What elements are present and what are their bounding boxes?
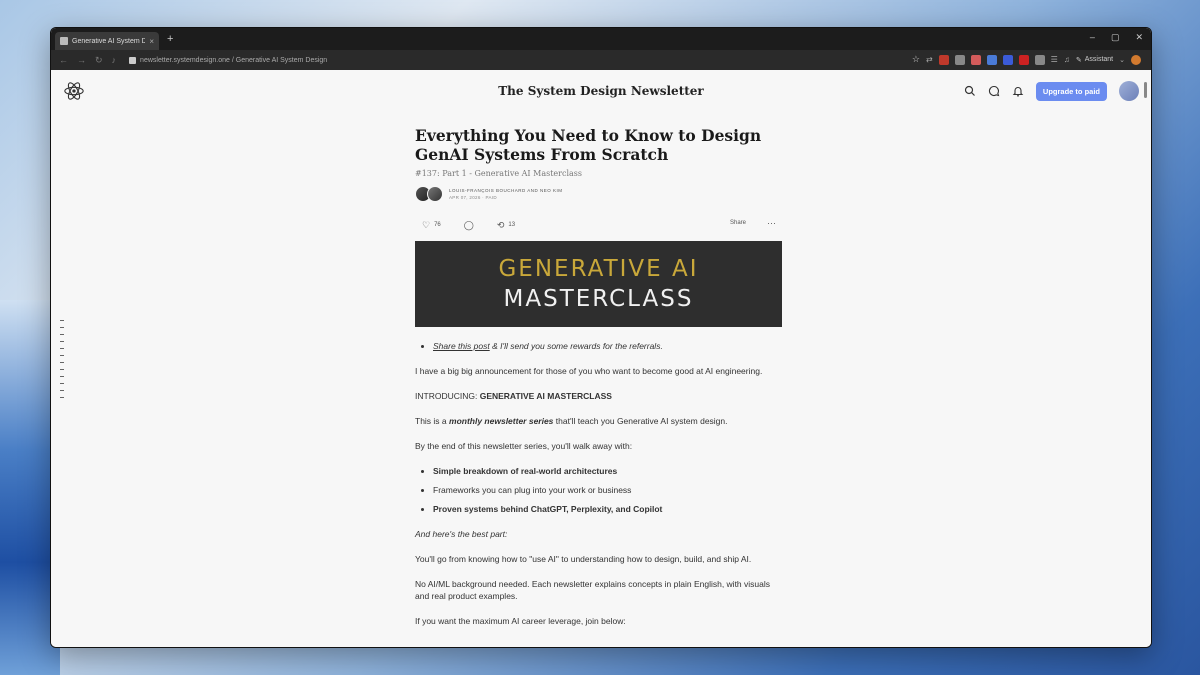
hero-line-1: GENERATIVE AI <box>498 256 699 282</box>
browser-toolbar: ← → ↻ ♪ newsletter.systemdesign.one / Ge… <box>51 50 1151 70</box>
list-item: Share this post & I'll send you some rew… <box>433 340 782 352</box>
more-options-icon[interactable]: ··· <box>767 218 776 228</box>
post-actions: ♡ 76 ◯ ⟲ 13 Share ··· <box>415 218 782 232</box>
tab-active[interactable]: Generative AI System Desi × <box>55 32 159 50</box>
comment-icon: ◯ <box>463 219 474 230</box>
author-names[interactable]: LOUIS-FRANÇOIS BOUCHARD AND NEO KIM <box>449 188 563 193</box>
header-actions: Upgrade to paid <box>964 81 1139 101</box>
list-item: Simple breakdown of real-world architect… <box>433 465 782 477</box>
extension-icon[interactable] <box>1018 54 1029 65</box>
minimize-button[interactable]: – <box>1090 32 1095 43</box>
intro-emphasis: GENERATIVE AI MASTERCLASS <box>479 391 612 401</box>
chevron-down-icon[interactable]: ⌄ <box>1119 56 1125 64</box>
scrollbar-thumb[interactable] <box>1144 82 1147 98</box>
paragraph: INTRODUCING: GENERATIVE AI MASTERCLASS <box>415 390 782 402</box>
post-date: APR 07, 2026 · PAID <box>449 195 497 200</box>
url-text: newsletter.systemdesign.one / Generative… <box>140 56 328 64</box>
emphasis: monthly newsletter series <box>449 416 554 426</box>
avatar[interactable] <box>1119 81 1139 101</box>
tab-close-icon[interactable]: × <box>149 37 154 46</box>
site-favicon-icon <box>129 56 137 64</box>
profile-icon[interactable] <box>1131 54 1141 65</box>
page-content: The System Design Newsletter Upgrade to … <box>51 70 1151 647</box>
window-controls: – ▢ ✕ <box>1090 32 1143 43</box>
author-avatars[interactable] <box>415 186 443 202</box>
assistant-button[interactable]: ✎ Assistant <box>1076 56 1113 64</box>
extension-icon[interactable] <box>1034 54 1045 65</box>
extension-icon[interactable] <box>986 54 997 65</box>
table-of-contents[interactable] <box>60 320 64 398</box>
audio-icon[interactable]: ♫ <box>1064 55 1070 64</box>
paragraph: You'll go from knowing how to "use AI" t… <box>415 554 752 564</box>
share-post-link[interactable]: Share this post <box>433 341 490 351</box>
address-bar[interactable]: newsletter.systemdesign.one / Generative… <box>129 56 328 64</box>
paragraph: And here's the best part: <box>415 529 508 539</box>
microphone-icon[interactable]: ♪ <box>112 55 117 65</box>
reading-list-icon[interactable]: ☰ <box>1051 55 1058 64</box>
article-title: Everything You Need to Know to Design Ge… <box>415 126 762 164</box>
assistant-label: Assistant <box>1084 56 1114 63</box>
restack-icon: ⟲ <box>496 219 505 230</box>
list-item: Proven systems behind ChatGPT, Perplexit… <box>433 503 782 515</box>
tab-title: Generative AI System Desi <box>72 37 145 45</box>
back-icon[interactable]: ← <box>59 55 68 65</box>
extension-icon[interactable] <box>954 54 965 65</box>
chat-icon[interactable] <box>988 85 1000 97</box>
hero-image: GENERATIVE AI MASTERCLASS <box>415 241 782 327</box>
close-window-button[interactable]: ✕ <box>1135 32 1143 43</box>
reload-icon[interactable]: ↻ <box>95 55 103 66</box>
text-span: This is a <box>415 416 450 426</box>
search-icon[interactable] <box>964 85 976 97</box>
share-button[interactable]: Share <box>730 220 746 226</box>
byline: LOUIS-FRANÇOIS BOUCHARD AND NEO KIM APR … <box>415 186 782 202</box>
bookmark-star-icon[interactable]: ☆ <box>912 54 920 65</box>
article: Everything You Need to Know to Design Ge… <box>415 126 782 627</box>
paragraph: By the end of this newsletter series, yo… <box>415 441 633 451</box>
article-subtitle: #137: Part 1 - Generative AI Masterclass <box>415 169 582 178</box>
paragraph: If you want the maximum AI career levera… <box>415 616 626 626</box>
forward-icon[interactable]: → <box>77 55 86 65</box>
extension-icon[interactable] <box>970 54 981 65</box>
paragraph: I have a big big announcement for those … <box>415 366 763 376</box>
heart-icon: ♡ <box>422 219 431 230</box>
hero-line-2: MASTERCLASS <box>503 286 694 312</box>
maximize-button[interactable]: ▢ <box>1111 32 1120 43</box>
restack-count: 13 <box>508 222 516 228</box>
text-span: that'll teach you Generative AI system d… <box>553 416 728 426</box>
share-rest-text: & I'll send you some rewards for the ref… <box>489 341 663 351</box>
intro-label: INTRODUCING: <box>415 391 480 401</box>
article-body: Share this post & I'll send you some rew… <box>415 340 782 627</box>
benefits-list: Simple breakdown of real-world architect… <box>415 465 782 515</box>
paragraph: This is a monthly newsletter series that… <box>415 415 782 427</box>
site-header: The System Design Newsletter Upgrade to … <box>51 70 1151 114</box>
restack-button[interactable]: ⟲ 13 <box>497 220 515 231</box>
tab-favicon-icon <box>60 37 68 45</box>
bell-icon[interactable] <box>1012 85 1024 97</box>
tab-bar: Generative AI System Desi × + – ▢ ✕ <box>51 28 1151 50</box>
paragraph: No AI/ML background needed. Each newslet… <box>415 579 770 601</box>
upgrade-button[interactable]: Upgrade to paid <box>1035 81 1107 101</box>
like-count: 76 <box>434 222 441 228</box>
browser-window: Generative AI System Desi × + – ▢ ✕ ← → … <box>50 27 1152 648</box>
like-button[interactable]: ♡ 76 <box>422 220 441 231</box>
extension-icon[interactable] <box>1002 54 1013 65</box>
new-tab-button[interactable]: + <box>167 33 173 45</box>
comment-button[interactable]: ◯ <box>464 220 474 231</box>
extensions-row: ☆ ⇄ ☰ ♫ ✎ Assistant ⌄ <box>912 54 1141 65</box>
share-icon[interactable]: ⇄ <box>926 55 933 64</box>
extension-icon[interactable] <box>938 54 949 65</box>
assistant-icon: ✎ <box>1075 56 1082 64</box>
list-item: Frameworks you can plug into your work o… <box>433 484 782 496</box>
share-list: Share this post & I'll send you some rew… <box>415 340 782 352</box>
